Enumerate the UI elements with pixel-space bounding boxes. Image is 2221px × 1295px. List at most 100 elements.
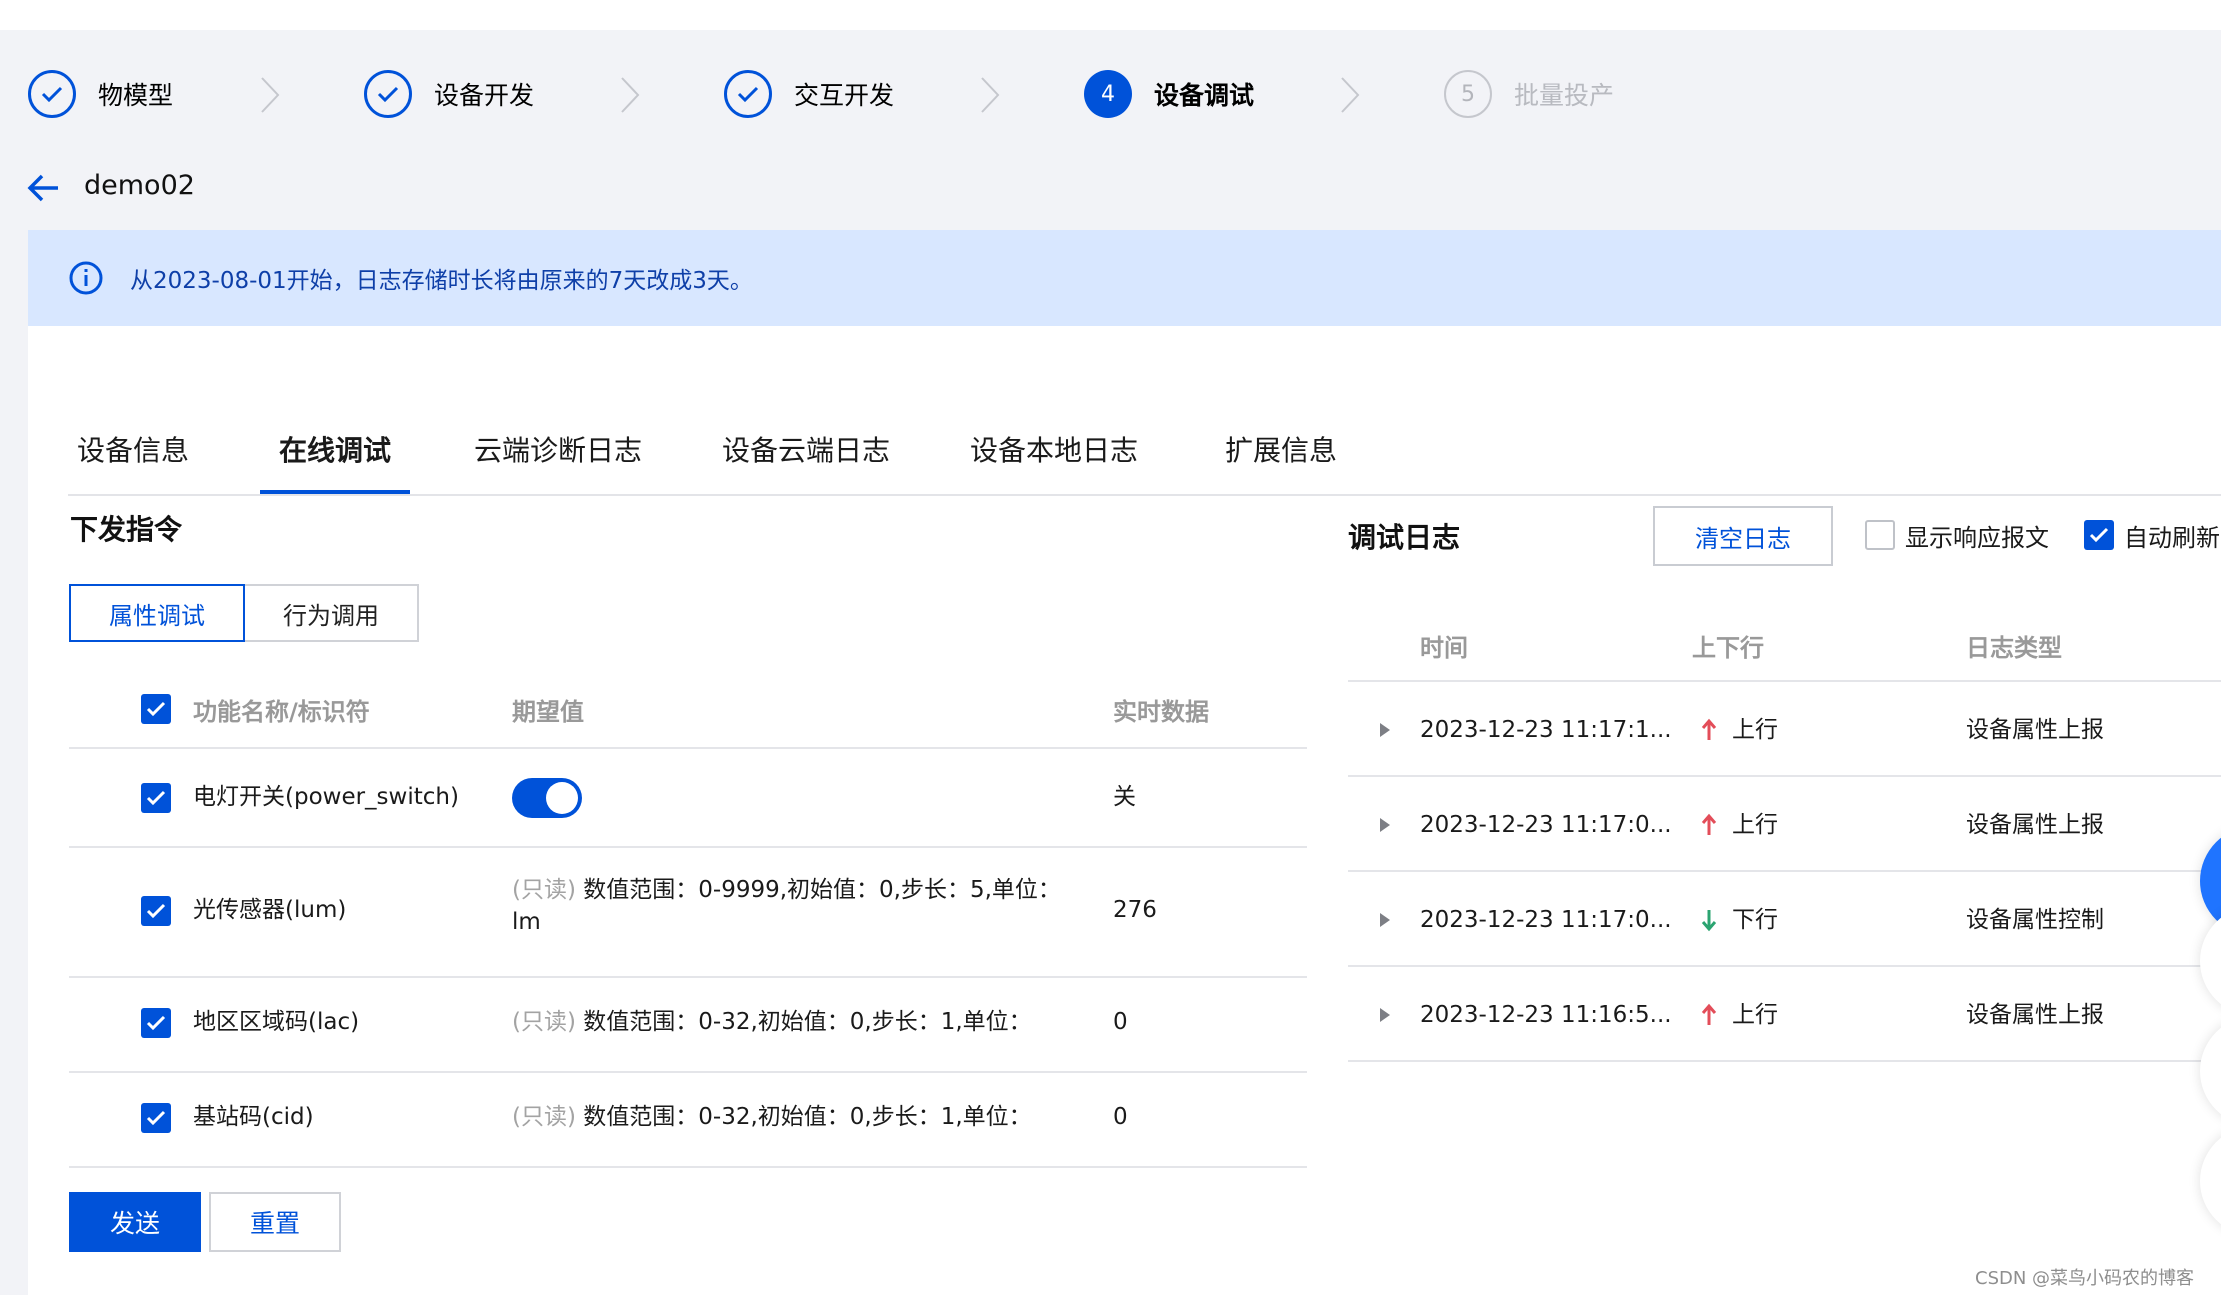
expand-caret-icon[interactable]	[1378, 1006, 1392, 1024]
log-time: 2023-12-23 11:17:0...	[1420, 907, 1672, 933]
debug-log-title: 调试日志	[1348, 521, 1461, 554]
divider	[69, 976, 1307, 978]
chevron-right-icon	[621, 77, 640, 113]
clear-log-button[interactable]: 清空日志	[1653, 506, 1833, 566]
chevron-right-icon	[261, 77, 280, 113]
step-device-dev[interactable]: 设备开发	[364, 66, 534, 122]
row-realtime-value: 0	[1113, 1104, 1128, 1130]
segment-property-debug[interactable]: 属性调试	[69, 584, 245, 642]
readonly-tag: (只读)	[512, 1009, 576, 1035]
log-direction: 上行	[1732, 812, 1778, 838]
reset-button[interactable]: 重置	[209, 1192, 341, 1252]
show-response-checkbox[interactable]	[1865, 520, 1895, 550]
log-time: 2023-12-23 11:17:0...	[1420, 812, 1672, 838]
row-function-name: 电灯开关(power_switch)	[193, 784, 459, 810]
tab-device-local-log[interactable]: 设备本地日志	[964, 406, 1144, 492]
tab-device-cloud-log[interactable]: 设备云端日志	[716, 406, 896, 492]
check-icon	[146, 1110, 166, 1126]
floating-side-button[interactable]	[2200, 1126, 2221, 1236]
tab-online-debug[interactable]: 在线调试	[260, 406, 410, 494]
col-expected: 期望值	[512, 698, 584, 726]
expected-range: 数值范围：0-32,初始值：0,步长：1,单位：	[575, 1009, 1032, 1035]
step-mass-production[interactable]: 5 批量投产	[1444, 66, 1614, 122]
step-label: 交互开发	[794, 81, 895, 110]
tab-bar: 设备信息 在线调试 云端诊断日志 设备云端日志 设备本地日志 扩展信息	[68, 406, 2221, 496]
check-icon	[146, 1015, 166, 1031]
divider	[69, 747, 1307, 749]
col-direction: 上下行	[1692, 634, 1764, 662]
auto-refresh-label: 自动刷新	[2124, 524, 2220, 552]
row-function-name: 基站码(cid)	[193, 1104, 314, 1130]
log-type: 设备属性控制	[1966, 907, 2104, 933]
arrow-down-icon	[1701, 910, 1717, 932]
row-checkbox[interactable]	[141, 1008, 171, 1038]
expand-caret-icon[interactable]	[1378, 721, 1392, 739]
col-log-type: 日志类型	[1966, 634, 2062, 662]
chevron-right-icon	[981, 77, 1000, 113]
send-command-title: 下发指令	[70, 513, 183, 546]
col-realtime: 实时数据	[1113, 698, 1209, 726]
row-checkbox[interactable]	[141, 783, 171, 813]
step-label: 设备开发	[434, 81, 535, 110]
floating-side-button[interactable]	[2200, 906, 2221, 1016]
log-type: 设备属性上报	[1966, 717, 2104, 743]
expand-caret-icon[interactable]	[1378, 911, 1392, 929]
step-label: 设备调试	[1154, 81, 1255, 110]
tab-device-info[interactable]: 设备信息	[68, 406, 198, 492]
check-icon	[146, 701, 166, 717]
auto-refresh-checkbox[interactable]	[2084, 520, 2114, 550]
step-device-debug[interactable]: 4 设备调试	[1084, 66, 1254, 122]
step-label: 物模型	[98, 81, 174, 110]
expected-unit: lm	[512, 909, 541, 935]
row-checkbox[interactable]	[141, 896, 171, 926]
segment-action-call[interactable]: 行为调用	[243, 584, 419, 642]
divider	[1348, 870, 2221, 872]
send-button[interactable]: 发送	[69, 1192, 201, 1252]
tab-cloud-diagnosis-log[interactable]: 云端诊断日志	[468, 406, 648, 492]
divider	[1348, 1060, 2221, 1062]
log-direction: 上行	[1732, 717, 1778, 743]
divider	[69, 846, 1307, 848]
check-icon	[724, 70, 772, 118]
divider	[69, 1166, 1307, 1168]
arrow-up-icon	[1701, 813, 1717, 835]
expand-caret-icon[interactable]	[1378, 816, 1392, 834]
log-type: 设备属性上报	[1966, 812, 2104, 838]
notice-text: 从2023-08-01开始，日志存储时长将由原来的7天改成3天。	[130, 268, 753, 294]
power-switch-toggle[interactable]	[512, 778, 582, 818]
tab-extended-info[interactable]: 扩展信息	[1216, 406, 1346, 492]
check-icon	[2089, 527, 2109, 543]
row-checkbox[interactable]	[141, 1103, 171, 1133]
show-response-label: 显示响应报文	[1905, 524, 2049, 552]
divider	[1348, 775, 2221, 777]
log-type: 设备属性上报	[1966, 1002, 2104, 1028]
row-realtime-value: 关	[1113, 784, 1136, 810]
arrow-up-icon	[1701, 1003, 1717, 1025]
row-function-name: 地区区域码(lac)	[193, 1009, 360, 1035]
step-number: 4	[1084, 70, 1132, 118]
row-expected-desc: (只读) 数值范围：0-32,初始值：0,步长：1,单位：	[512, 1006, 1032, 1038]
log-direction: 上行	[1732, 1002, 1778, 1028]
main-card: 从2023-08-01开始，日志存储时长将由原来的7天改成3天。 设备信息 在线…	[28, 230, 2221, 1295]
row-expected-desc: (只读) 数值范围：0-9999,初始值：0,步长：5,单位： lm	[512, 874, 1072, 938]
floating-side-button[interactable]	[2200, 1016, 2221, 1126]
divider	[1348, 965, 2221, 967]
row-expected-desc: (只读) 数值范围：0-32,初始值：0,步长：1,单位：	[512, 1101, 1032, 1133]
col-time: 时间	[1420, 634, 1468, 662]
expected-range: 数值范围：0-9999,初始值：0,步长：5,单位：	[575, 877, 1061, 903]
row-realtime-value: 0	[1113, 1009, 1128, 1035]
check-icon	[146, 903, 166, 919]
step-thing-model[interactable]: 物模型	[28, 66, 173, 122]
back-arrow-icon[interactable]	[26, 170, 62, 206]
row-realtime-value: 276	[1113, 897, 1157, 923]
top-bar	[0, 0, 2221, 30]
watermark: CSDN @菜鸟小码农的博客	[1975, 1268, 2195, 1289]
step-interaction-dev[interactable]: 交互开发	[724, 66, 894, 122]
divider	[69, 1071, 1307, 1073]
notice-banner: 从2023-08-01开始，日志存储时长将由原来的7天改成3天。	[28, 230, 2221, 326]
log-time: 2023-12-23 11:16:5...	[1420, 1002, 1672, 1028]
select-all-checkbox[interactable]	[141, 694, 171, 724]
expected-range: 数值范围：0-32,初始值：0,步长：1,单位：	[575, 1104, 1032, 1130]
readonly-tag: (只读)	[512, 877, 576, 903]
row-function-name: 光传感器(lum)	[193, 897, 347, 923]
